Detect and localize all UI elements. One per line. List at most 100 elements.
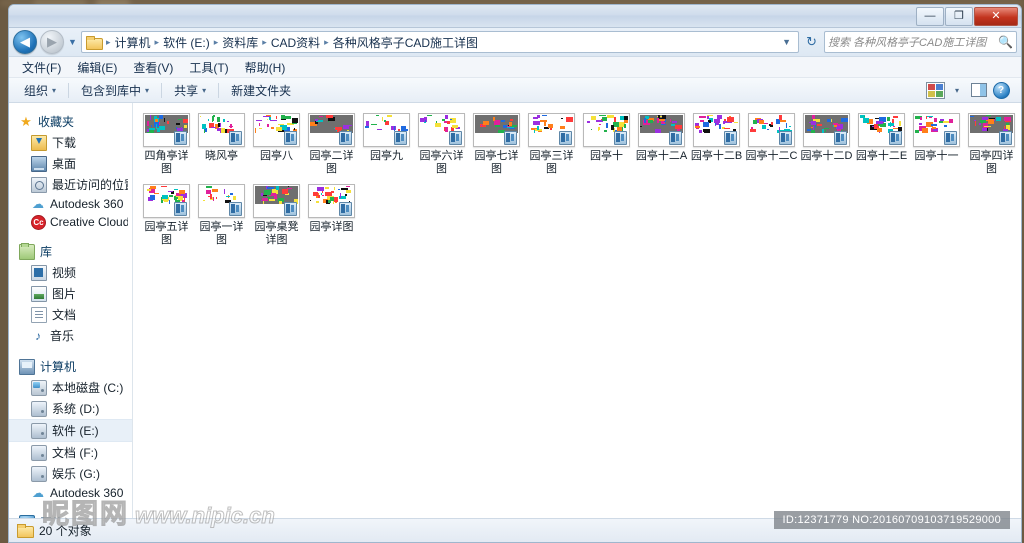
- sidebar-item-drive-g[interactable]: 娱乐 (G:): [9, 463, 132, 484]
- menu-file[interactable]: 文件(F): [15, 57, 68, 78]
- breadcrumb-item-1[interactable]: 软件 (E:): [160, 33, 213, 52]
- sidebar-item-drive-f[interactable]: 文档 (F:): [9, 442, 132, 463]
- sidebar-item-pictures[interactable]: 图片: [9, 283, 132, 304]
- breadcrumb-item-3[interactable]: CAD资料: [268, 33, 323, 52]
- organize-button[interactable]: 组织 ▾: [15, 80, 65, 101]
- forward-button[interactable]: ▶: [40, 30, 64, 54]
- refresh-button[interactable]: ↻: [802, 34, 821, 50]
- sidebar-item-documents[interactable]: 文档: [9, 304, 132, 325]
- sidebar-item-label: 文档 (F:): [52, 446, 98, 460]
- file-item[interactable]: 园亭六详图: [414, 113, 469, 176]
- sidebar-item-label: 文档: [52, 308, 77, 322]
- file-item[interactable]: 园亭桌凳详图: [249, 184, 304, 247]
- file-item[interactable]: 园亭四详图: [964, 113, 1019, 176]
- change-view-button[interactable]: [925, 81, 945, 99]
- dwg-file-badge-icon: [669, 131, 682, 145]
- include-in-library-button[interactable]: 包含到库中 ▾: [72, 80, 158, 101]
- file-name-label: 园亭十二E: [855, 150, 908, 162]
- nav-group-libraries: 库 视频 图片 文档 ♪ 音乐: [9, 241, 132, 346]
- computer-icon: [19, 358, 35, 375]
- file-item[interactable]: 园亭一详图: [194, 184, 249, 247]
- pictures-icon: [31, 285, 47, 302]
- file-name-label: 园亭二详图: [309, 150, 354, 175]
- dwg-file-badge-icon: [999, 131, 1012, 145]
- file-name-label: 园亭四详图: [969, 150, 1014, 175]
- sidebar-header-favorites[interactable]: ★ 收藏夹: [9, 111, 132, 132]
- maximize-button[interactable]: ❐: [945, 7, 973, 26]
- sidebar-item-creative-cloud-files[interactable]: Cc Creative Cloud File: [9, 213, 132, 231]
- sidebar-item-local-disk-c[interactable]: 本地磁盘 (C:): [9, 377, 132, 398]
- address-dropdown-button[interactable]: ▼: [777, 37, 796, 47]
- share-button[interactable]: 共享 ▾: [165, 80, 215, 101]
- file-item[interactable]: 园亭十: [579, 113, 634, 176]
- preview-pane-icon: [971, 83, 987, 97]
- sidebar-item-autodesk-360-computer[interactable]: ☁ Autodesk 360: [9, 484, 132, 502]
- magnifier-icon: 🔍: [998, 35, 1013, 49]
- sidebar-header-computer[interactable]: 计算机: [9, 356, 132, 377]
- file-item[interactable]: 园亭五详图: [139, 184, 194, 247]
- file-item[interactable]: 园亭十二B: [689, 113, 744, 176]
- sidebar-item-drive-d[interactable]: 系统 (D:): [9, 398, 132, 419]
- file-name-label: 四角亭详图: [144, 150, 189, 175]
- menu-tools[interactable]: 工具(T): [182, 57, 235, 78]
- file-grid: 四角亭详图 晓风亭 园亭八 园亭二详图 园亭九 园亭六详图 园亭七详图 园亭三详图 园亭十 园亭十…: [139, 113, 1021, 255]
- dwg-file-badge-icon: [779, 131, 792, 145]
- dwg-file-badge-icon: [449, 131, 462, 145]
- breadcrumb-item-4[interactable]: 各种风格亭子CAD施工详图: [330, 33, 481, 52]
- creative-cloud-icon: Cc: [31, 215, 46, 230]
- help-button[interactable]: ?: [991, 81, 1011, 99]
- file-item[interactable]: 园亭详图: [304, 184, 359, 247]
- file-item[interactable]: 园亭二详图: [304, 113, 359, 176]
- toolbar-right-group: ▾ ?: [925, 81, 1015, 99]
- file-item[interactable]: 园亭十二C: [744, 113, 799, 176]
- sidebar-item-label: 最近访问的位置: [52, 178, 128, 192]
- file-item[interactable]: 园亭十二E: [854, 113, 909, 176]
- menu-help[interactable]: 帮助(H): [238, 57, 293, 78]
- file-item[interactable]: 园亭三详图: [524, 113, 579, 176]
- window-titlebar[interactable]: — ❐ ✕: [9, 5, 1021, 28]
- sidebar-item-autodesk-360[interactable]: ☁ Autodesk 360: [9, 195, 132, 213]
- file-item[interactable]: 园亭九: [359, 113, 414, 176]
- file-name-label: 园亭桌凳详图: [254, 221, 299, 246]
- file-item[interactable]: 园亭十二D: [799, 113, 854, 176]
- history-dropdown-button[interactable]: ▼: [67, 37, 78, 47]
- minimize-button[interactable]: —: [916, 7, 944, 26]
- dwg-file-badge-icon: [229, 131, 242, 145]
- sidebar-item-desktop[interactable]: 桌面: [9, 153, 132, 174]
- file-name-label: 园亭十二B: [690, 150, 743, 162]
- close-button[interactable]: ✕: [974, 7, 1018, 26]
- library-icon: [19, 242, 35, 260]
- file-list-pane[interactable]: 四角亭详图 晓风亭 园亭八 园亭二详图 园亭九 园亭六详图 园亭七详图 园亭三详图 园亭十 园亭十…: [133, 103, 1021, 519]
- file-item[interactable]: 园亭十一: [909, 113, 964, 176]
- file-item[interactable]: 晓风亭: [194, 113, 249, 176]
- navigation-pane[interactable]: ★ 收藏夹 下载 桌面 最近访问的位置 ☁ Autodesk 360 Cc Cr…: [9, 103, 133, 519]
- file-item[interactable]: 园亭十二A: [634, 113, 689, 176]
- sidebar-item-drive-e[interactable]: 软件 (E:): [9, 419, 132, 442]
- menu-view[interactable]: 查看(V): [126, 57, 180, 78]
- search-box[interactable]: 搜索 各种风格亭子CAD施工详图 🔍: [824, 31, 1017, 53]
- sidebar-item-downloads[interactable]: 下载: [9, 132, 132, 153]
- breadcrumb-address-bar[interactable]: ▸ 计算机 ▸ 软件 (E:) ▸ 资料库 ▸ CAD资料 ▸ 各种风格亭子CA…: [81, 31, 800, 53]
- file-item[interactable]: 园亭八: [249, 113, 304, 176]
- file-name-label: 晓风亭: [205, 150, 238, 162]
- preview-pane-button[interactable]: [969, 81, 989, 99]
- sidebar-item-videos[interactable]: 视频: [9, 262, 132, 283]
- sidebar-header-libraries[interactable]: 库: [9, 241, 132, 262]
- video-icon: [31, 264, 47, 281]
- file-thumbnail: [253, 113, 300, 147]
- back-button[interactable]: ◀: [13, 30, 37, 54]
- file-item[interactable]: 园亭七详图: [469, 113, 524, 176]
- sidebar-item-music[interactable]: ♪ 音乐: [9, 325, 132, 346]
- include-in-library-label: 包含到库中: [81, 83, 142, 98]
- folder-icon: [86, 35, 103, 50]
- menu-edit[interactable]: 编辑(E): [70, 57, 124, 78]
- view-dropdown-button[interactable]: ▾: [947, 81, 967, 99]
- breadcrumb-item-2[interactable]: 资料库: [219, 33, 261, 52]
- search-input[interactable]: 搜索 各种风格亭子CAD施工详图: [828, 34, 998, 50]
- new-folder-button[interactable]: 新建文件夹: [222, 80, 300, 101]
- sidebar-item-recent-places[interactable]: 最近访问的位置: [9, 174, 132, 195]
- breadcrumb-item-0[interactable]: 计算机: [112, 33, 154, 52]
- file-item[interactable]: 四角亭详图: [139, 113, 194, 176]
- sidebar-header-label: 收藏夹: [38, 115, 75, 129]
- explorer-window: — ❐ ✕ ◀ ▶ ▼ ▸ 计算机 ▸ 软件 (E:) ▸ 资料库 ▸ CAD资…: [8, 4, 1022, 543]
